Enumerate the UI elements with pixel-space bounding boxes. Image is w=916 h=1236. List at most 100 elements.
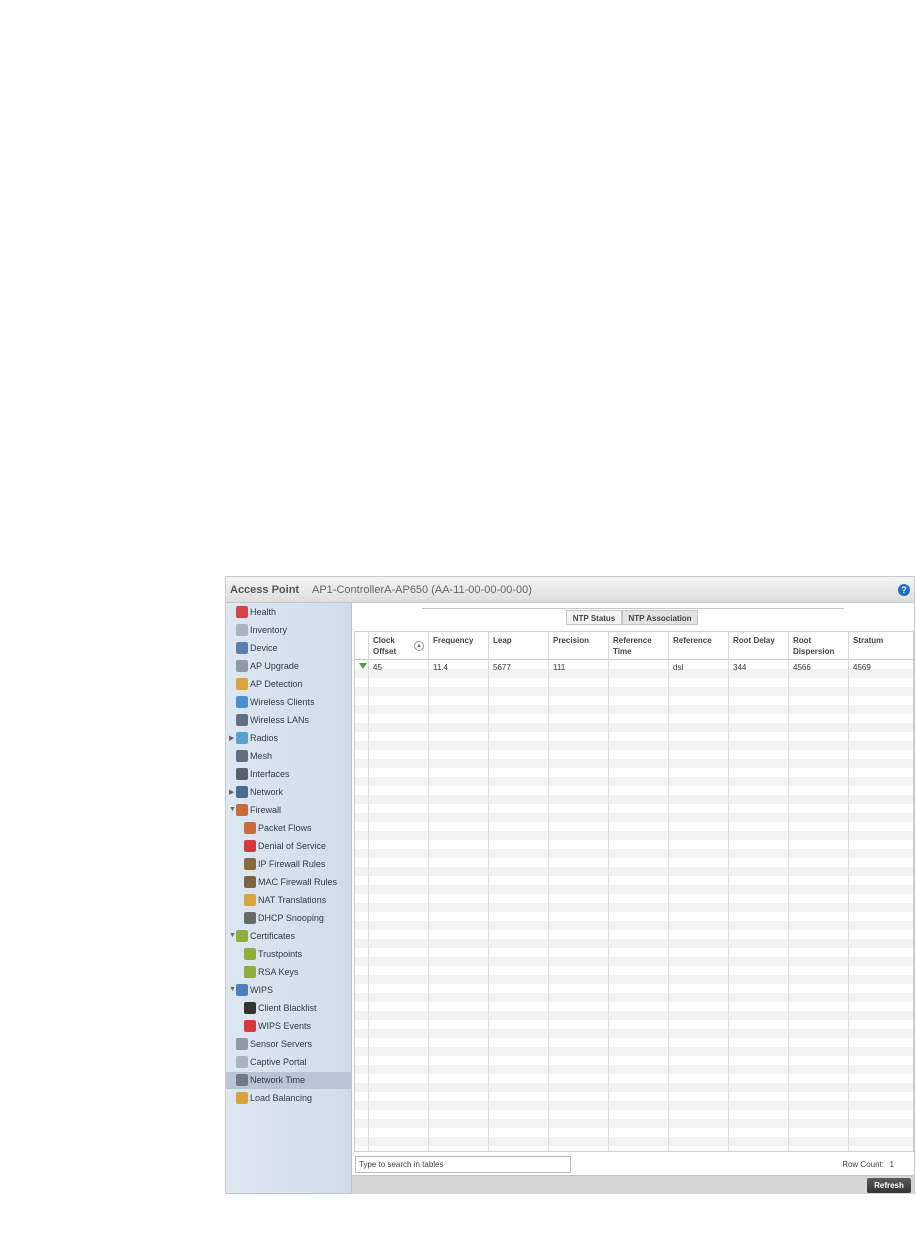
column-divider [488,660,489,1151]
sidebar-item-label: IP Firewall Rules [258,859,326,869]
table-row [355,921,913,930]
ap-upgrade-icon [236,660,248,672]
sidebar-item-sensor-servers[interactable]: Sensor Servers [226,1036,351,1053]
sidebar-item-denial-of-service[interactable]: Denial of Service [226,838,351,855]
column-header-reference-time[interactable]: Reference Time [609,632,669,660]
column-header-label: Frequency [433,636,474,645]
column-divider [368,660,369,1151]
table-row [355,1011,913,1020]
client-blacklist-icon [244,1002,256,1014]
sidebar-item-inventory[interactable]: Inventory [226,622,351,639]
table-row [355,903,913,912]
footer-bar: Refresh [352,1175,914,1194]
certificates-icon [236,930,248,942]
column-header-frequency[interactable]: Frequency [429,632,489,660]
tab-ntp-association[interactable]: NTP Association [622,610,698,625]
sidebar-item-interfaces[interactable]: Interfaces [226,766,351,783]
rsa-keys-icon [244,966,256,978]
sidebar-item-ap-upgrade[interactable]: AP Upgrade [226,658,351,675]
ap-detection-icon [236,678,248,690]
column-divider [668,660,669,1151]
network-icon [236,786,248,798]
table-row [355,1065,913,1074]
sidebar-item-label: Packet Flows [258,823,312,833]
sidebar-item-packet-flows[interactable]: Packet Flows [226,820,351,837]
expand-arrow-icon[interactable]: ▼ [229,986,236,993]
sidebar-item-device[interactable]: Device [226,640,351,657]
column-header-leap[interactable]: Leap [489,632,549,660]
sidebar-item-label: Network Time [250,1075,306,1085]
page-title: Access Point [230,584,300,596]
sidebar-nav: Health Inventory Device AP Upgrade AP Detect… [226,603,352,1193]
expand-arrow-icon[interactable]: ▼ [229,932,236,939]
title-bar: Access Point AP1-ControllerA-AP650 (AA-1… [226,577,914,603]
table-row [355,1119,913,1128]
wips-icon [236,984,248,996]
column-header-label: Root Delay [733,636,775,645]
trustpoints-icon [244,948,256,960]
sidebar-item-wireless-lans[interactable]: Wireless LANs [226,712,351,729]
sidebar-item-label: Load Balancing [250,1093,313,1103]
sidebar-item-radios[interactable]: ▶ Radios [226,730,351,747]
sidebar-item-health[interactable]: Health [226,604,351,621]
column-header-clock-offset[interactable]: Clock Offset ▲ [369,632,429,660]
sidebar-item-rsa-keys[interactable]: RSA Keys [226,964,351,981]
sidebar-item-client-blacklist[interactable]: Client Blacklist [226,1000,351,1017]
table-row [355,1083,913,1092]
table-row [355,849,913,858]
sidebar-item-ip-firewall-rules[interactable]: IP Firewall Rules [226,856,351,873]
table-row [355,975,913,984]
sidebar-item-trustpoints[interactable]: Trustpoints [226,946,351,963]
tab-ntp-status[interactable]: NTP Status [566,610,622,625]
sort-icon[interactable]: ▲ [414,641,424,651]
column-header-precision[interactable]: Precision [549,632,609,660]
device-icon [236,642,248,654]
sidebar-item-wips-events[interactable]: WIPS Events [226,1018,351,1035]
column-header-reference[interactable]: Reference [669,632,729,660]
table-row [355,1101,913,1110]
denial-of-service-icon [244,840,256,852]
table-row [355,813,913,822]
sidebar-item-label: Interfaces [250,769,290,779]
refresh-button[interactable]: Refresh [867,1178,911,1193]
sidebar-item-network[interactable]: ▶ Network [226,784,351,801]
sidebar-item-firewall[interactable]: ▼ Firewall [226,802,351,819]
sidebar-item-certificates[interactable]: ▼ Certificates [226,928,351,945]
collapse-arrow-icon[interactable]: ▶ [229,788,234,796]
mesh-icon [236,750,248,762]
sidebar-item-load-balancing[interactable]: Load Balancing [226,1090,351,1107]
search-input[interactable] [355,1156,571,1173]
firewall-icon [236,804,248,816]
table-cell: 4566 [793,663,811,672]
column-header-root-dispersion[interactable]: Root Dispersion [789,632,849,660]
sidebar-item-mac-firewall-rules[interactable]: MAC Firewall Rules [226,874,351,891]
sidebar-item-network-time[interactable]: Network Time [226,1072,351,1089]
expand-arrow-icon[interactable]: ▼ [229,806,236,813]
access-point-panel: Access Point AP1-ControllerA-AP650 (AA-1… [225,576,915,1194]
column-header-label: Precision [553,636,590,645]
sidebar-item-label: Firewall [250,805,282,815]
column-header-label: Clock Offset [373,636,397,656]
sidebar-item-wips[interactable]: ▼ WIPS [226,982,351,999]
column-header-root-delay[interactable]: Root Delay [729,632,789,660]
sidebar-item-captive-portal[interactable]: Captive Portal [226,1054,351,1071]
table-row [355,705,913,714]
ntp-association-table: Clock Offset ▲ Frequency Leap Precision Refer… [354,631,914,1152]
column-divider [788,660,789,1151]
interfaces-icon [236,768,248,780]
sidebar-item-mesh[interactable]: Mesh [226,748,351,765]
sidebar-item-label: Trustpoints [258,949,303,959]
sidebar-item-label: Radios [250,733,279,743]
help-icon[interactable]: ? [898,584,910,596]
column-header-stratum[interactable]: Stratum [849,632,913,660]
column-header-label: Root Dispersion [793,636,835,656]
sidebar-item-nat-translations[interactable]: NAT Translations [226,892,351,909]
table-row [355,939,913,948]
table-cell: 344 [733,663,747,672]
sidebar-item-ap-detection[interactable]: AP Detection [226,676,351,693]
collapse-arrow-icon[interactable]: ▶ [229,734,234,742]
table-row [355,831,913,840]
sidebar-item-wireless-clients[interactable]: Wireless Clients [226,694,351,711]
sidebar-item-dhcp-snooping[interactable]: DHCP Snooping [226,910,351,927]
column-divider [428,660,429,1151]
